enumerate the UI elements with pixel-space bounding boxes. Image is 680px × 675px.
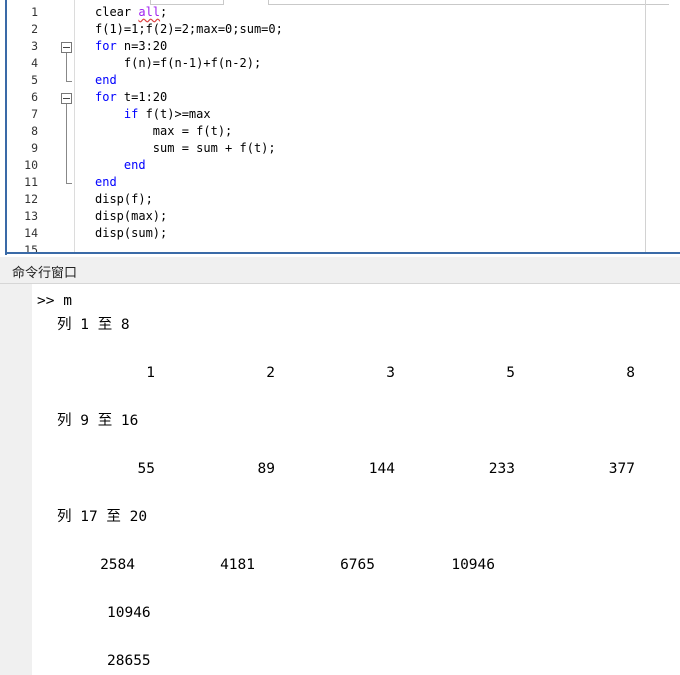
- code-text: clear all;: [95, 5, 168, 19]
- code-line[interactable]: 5 end: [0, 72, 640, 89]
- line-number: 10: [24, 158, 38, 172]
- output-value: 10946: [451, 557, 495, 573]
- command-window-gutter: [0, 284, 32, 675]
- code-text: disp(f);: [95, 192, 153, 206]
- code-line[interactable]: 12 disp(f);: [0, 191, 640, 208]
- fold-range-line: [66, 104, 67, 183]
- code-line[interactable]: 1 clear all;: [0, 4, 640, 21]
- code-text: disp(max);: [95, 209, 168, 223]
- output-value: 89: [257, 461, 275, 477]
- code-text: f(1)=1;f(2)=2;max=0;sum=0;: [95, 22, 283, 36]
- output-value: 2: [266, 365, 275, 381]
- max-output-value: 10946: [107, 605, 151, 621]
- line-number: 9: [31, 141, 38, 155]
- code-text: end: [95, 73, 117, 87]
- line-number: 5: [31, 73, 38, 87]
- line-number: 12: [24, 192, 38, 206]
- code-line[interactable]: 11 end: [0, 174, 640, 191]
- output-value: 4181: [220, 557, 255, 573]
- output-value: 1: [146, 365, 155, 381]
- code-text: f(n)=f(n-1)+f(n-2);: [95, 56, 262, 70]
- code-text: for t=1:20: [95, 90, 168, 104]
- fold-range-end: [66, 183, 72, 184]
- output-value: 55: [137, 461, 155, 477]
- line-number: 1: [31, 5, 38, 19]
- code-text: disp(sum);: [95, 226, 168, 240]
- code-line[interactable]: 7 if f(t)>=max: [0, 106, 640, 123]
- line-number: 3: [31, 39, 38, 53]
- editor-focus-border-bottom: [5, 252, 680, 254]
- line-number: 4: [31, 56, 38, 70]
- output-value: 3: [386, 365, 395, 381]
- output-value: 5: [506, 365, 515, 381]
- sum-output-value: 28655: [107, 653, 151, 669]
- output-value: 377: [608, 461, 635, 477]
- command-window-title: 命令行窗口: [12, 266, 78, 281]
- editor-focus-border: [5, 0, 7, 255]
- output-value: 6765: [340, 557, 375, 573]
- code-line[interactable]: 10 end: [0, 157, 640, 174]
- code-text: end: [123, 158, 146, 172]
- code-editor[interactable]: 1 clear all; 2 f(1)=1;f(2)=2;max=0;sum=0; 3 f…: [0, 0, 680, 255]
- code-line[interactable]: 3 for n=3:20: [0, 38, 640, 55]
- line-number: 13: [24, 209, 38, 223]
- code-line[interactable]: 14 disp(sum);: [0, 225, 640, 242]
- command-window[interactable]: >> m 列 1 至 8 1 2 3 5 8 列 9 至 16 55 89 144 233 377 列 …: [0, 284, 680, 675]
- line-number: 11: [24, 175, 38, 189]
- code-line[interactable]: 13 disp(max);: [0, 208, 640, 225]
- code-text: sum = sum + f(t);: [95, 141, 276, 155]
- line-number: 7: [31, 107, 38, 121]
- code-line[interactable]: 6 for t=1:20: [0, 89, 640, 106]
- output-value: 144: [368, 461, 395, 477]
- fold-range-end: [66, 81, 72, 82]
- line-number: 6: [31, 90, 38, 104]
- output-value: 8: [626, 365, 635, 381]
- fold-toggle-icon[interactable]: [61, 93, 72, 104]
- line-number: 14: [24, 226, 38, 240]
- column-range-header: 列 9 至 16: [57, 413, 139, 429]
- line-number: 2: [31, 22, 38, 36]
- code-text: max = f(t);: [95, 124, 233, 138]
- code-text: if f(t)>=max: [123, 107, 211, 121]
- right-margin-line: [645, 0, 646, 252]
- command-window-header: 命令行窗口: [0, 257, 680, 284]
- fold-toggle-icon[interactable]: [61, 42, 72, 53]
- column-range-header: 列 17 至 20: [57, 509, 148, 525]
- code-line[interactable]: 9 sum = sum + f(t);: [0, 140, 640, 157]
- code-text: end: [95, 175, 117, 189]
- code-text: for n=3:20: [95, 39, 168, 53]
- line-number: 8: [31, 124, 38, 138]
- fold-range-line: [66, 53, 67, 81]
- column-range-header: 列 1 至 8: [57, 317, 130, 333]
- code-line[interactable]: 8 max = f(t);: [0, 123, 640, 140]
- code-line[interactable]: 4 f(n)=f(n-1)+f(n-2);: [0, 55, 640, 72]
- command-prompt: >> m: [37, 293, 72, 309]
- output-value: 2584: [100, 557, 135, 573]
- output-value: 233: [488, 461, 515, 477]
- code-line[interactable]: 2 f(1)=1;f(2)=2;max=0;sum=0;: [0, 21, 640, 38]
